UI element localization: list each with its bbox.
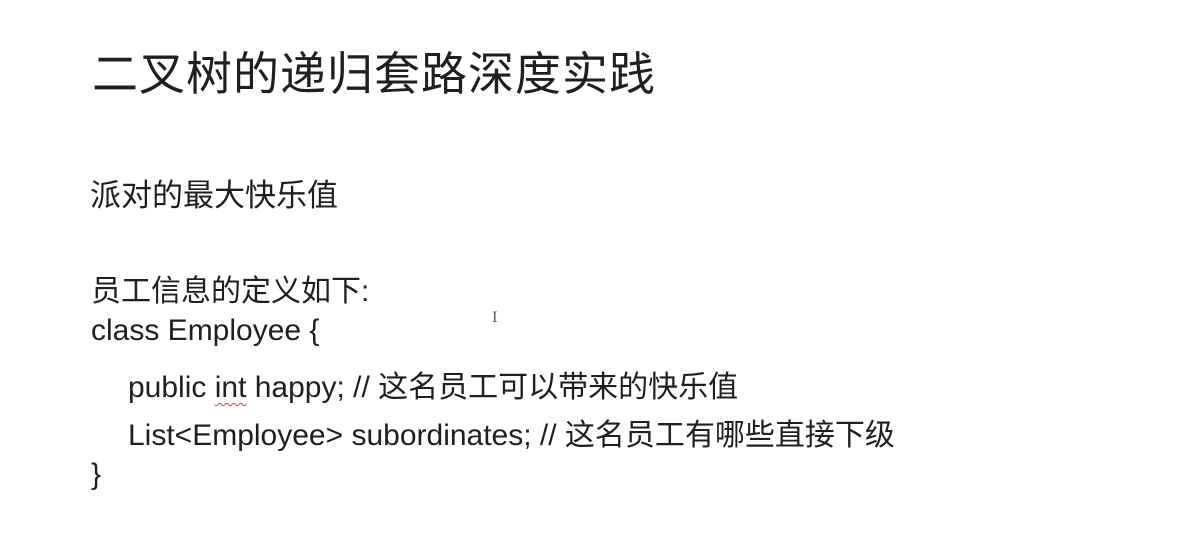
intro-text: 员工信息的定义如下: [91,275,370,308]
code-happy-field: public int happy; // 这名员工可以带来的快乐值 [128,362,738,406]
code-subordinates-field: List<Employee> subordinates; // 这名员工有哪些直… [128,419,895,452]
code-happy-suffix: happy; // 这名员工可以带来的快乐值 [246,371,739,404]
slide-title: 二叉树的递归套路深度实践 [92,48,656,100]
code-happy-type: int [214,371,247,404]
code-class-open: class Employee { [91,314,320,347]
slide: 二叉树的递归套路深度实践 派对的最大快乐值 员工信息的定义如下: class E… [0,0,1204,550]
code-class-close: } [91,458,102,491]
slide-subtitle: 派对的最大快乐值 [90,178,338,213]
code-happy-prefix: public [128,371,215,404]
text-cursor-icon: I [492,310,498,326]
